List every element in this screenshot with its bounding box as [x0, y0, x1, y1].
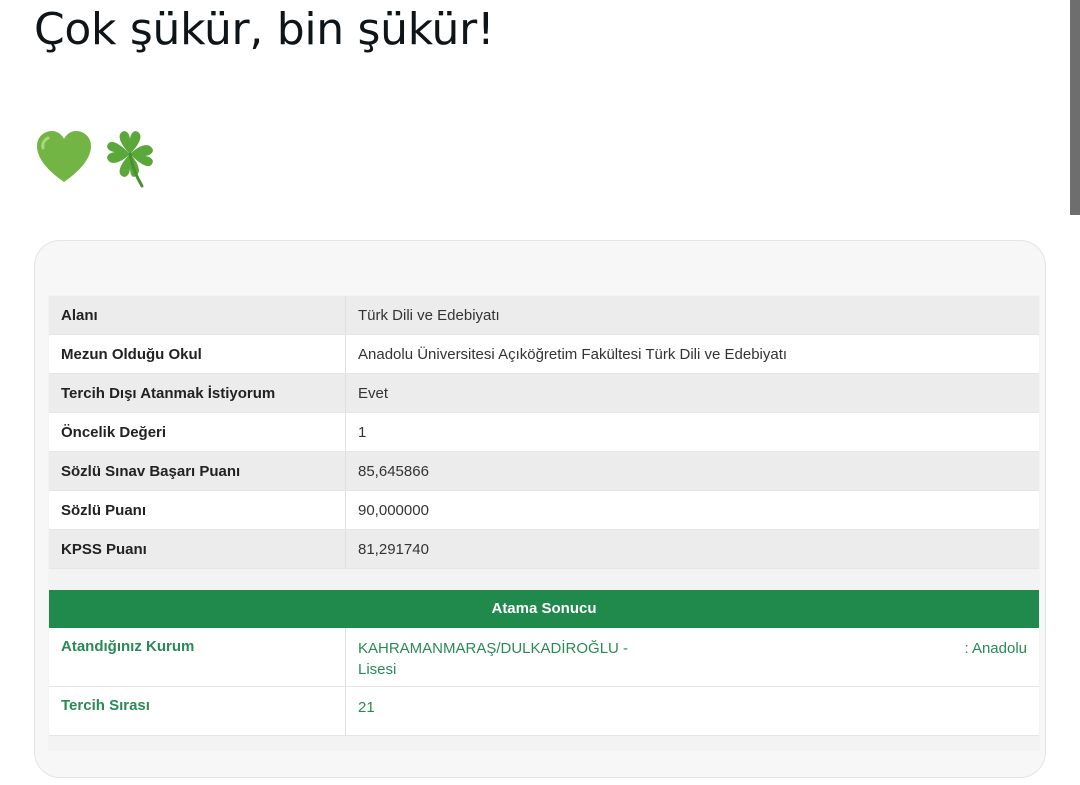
institution-value-part2: : Anadolu — [964, 640, 1027, 657]
field-value: 90,000000 — [345, 490, 1039, 530]
field-value: 85,645866 — [345, 451, 1039, 491]
table-row: Öncelik Değeri 1 — [49, 412, 1039, 452]
result-table: Atandığınız Kurum KAHRAMANMARAŞ/DULKADİR… — [49, 628, 1039, 736]
post-text: Çok şükür, bin şükür! — [34, 4, 495, 55]
four-leaf-clover-icon — [107, 131, 153, 188]
info-table: Alanı Türk Dili ve Edebiyatı Mezun Olduğ… — [49, 296, 1039, 569]
institution-label: Atandığınız Kurum — [49, 628, 346, 687]
preference-label: Tercih Sırası — [49, 686, 346, 736]
table-row: Sözlü Sınav Başarı Puanı 85,645866 — [49, 451, 1039, 491]
field-label: Sözlü Sınav Başarı Puanı — [49, 451, 346, 491]
result-panel: Alanı Türk Dili ve Edebiyatı Mezun Olduğ… — [48, 295, 1040, 751]
field-value: 81,291740 — [345, 529, 1039, 569]
preference-value: 21 — [345, 686, 1039, 736]
field-label: Tercih Dışı Atanmak İstiyorum — [49, 373, 346, 413]
institution-value-line2: Lisesi — [358, 661, 397, 678]
field-value: Evet — [345, 373, 1039, 413]
table-row: Mezun Olduğu Okul Anadolu Üniversitesi A… — [49, 334, 1039, 374]
result-header: Atama Sonucu — [49, 590, 1039, 628]
table-row: KPSS Puanı 81,291740 — [49, 529, 1039, 569]
field-value: Türk Dili ve Edebiyatı — [345, 296, 1039, 335]
table-row: Sözlü Puanı 90,000000 — [49, 490, 1039, 530]
field-value: 1 — [345, 412, 1039, 452]
field-value: Anadolu Üniversitesi Açıköğretim Fakülte… — [345, 334, 1039, 374]
field-label: Öncelik Değeri — [49, 412, 346, 452]
table-row: Alanı Türk Dili ve Edebiyatı — [49, 296, 1039, 335]
screenshot-card: Alanı Türk Dili ve Edebiyatı Mezun Olduğ… — [34, 240, 1046, 778]
field-label: Sözlü Puanı — [49, 490, 346, 530]
institution-value-part1: KAHRAMANMARAŞ/DULKADİROĞLU - — [358, 640, 629, 657]
table-row: Tercih Dışı Atanmak İstiyorum Evet — [49, 373, 1039, 413]
table-row: Tercih Sırası 21 — [49, 686, 1039, 736]
field-label: Alanı — [49, 296, 346, 335]
field-label: Mezun Olduğu Okul — [49, 334, 346, 374]
assignment-result-section: Atama Sonucu Atandığınız Kurum KAHRAMANM… — [49, 590, 1039, 736]
table-row: Atandığınız Kurum KAHRAMANMARAŞ/DULKADİR… — [49, 628, 1039, 687]
institution-value: KAHRAMANMARAŞ/DULKADİROĞLU - : Anadolu L… — [345, 628, 1039, 687]
scrollbar[interactable] — [1070, 0, 1080, 215]
field-label: KPSS Puanı — [49, 529, 346, 569]
emoji-row — [34, 128, 158, 188]
green-heart-icon — [37, 131, 91, 182]
